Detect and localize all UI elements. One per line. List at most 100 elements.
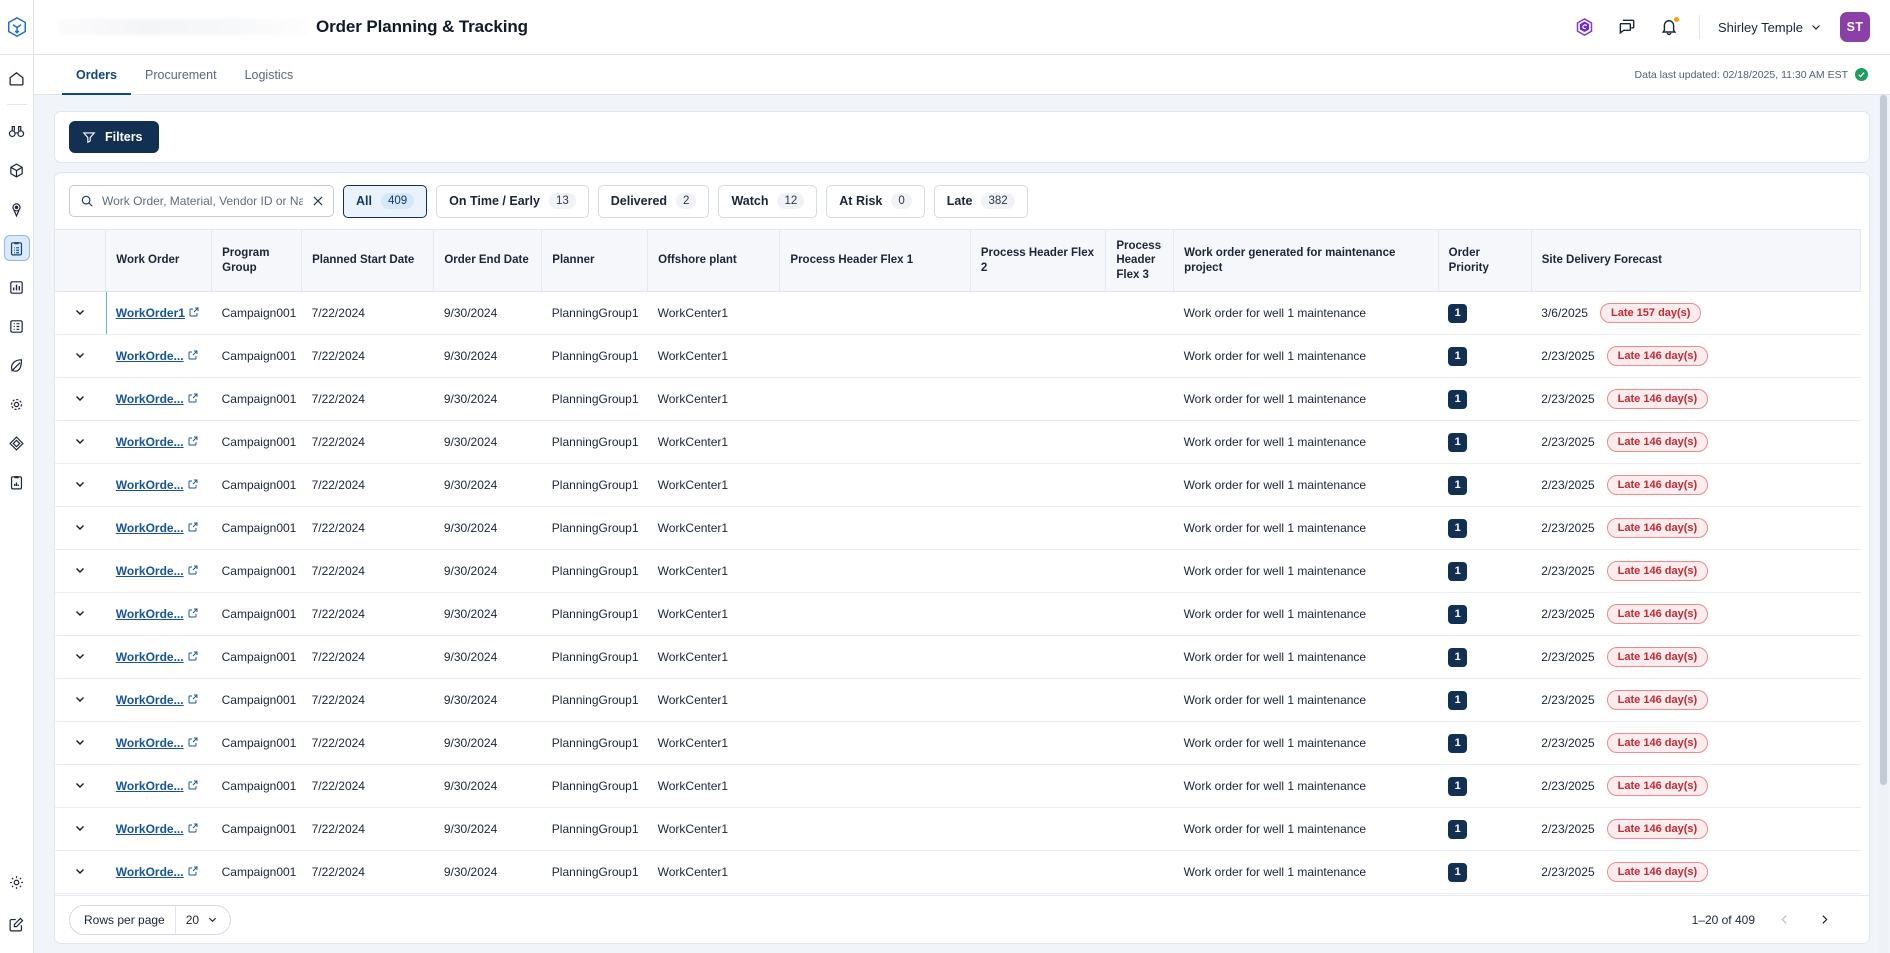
col-process-header-flex-1[interactable]: Process Header Flex 1	[780, 230, 970, 292]
open-work-order-button[interactable]	[187, 650, 199, 665]
scrollbar-thumb[interactable]	[1880, 95, 1887, 785]
row-expand-button[interactable]	[74, 607, 86, 619]
status-pill-late[interactable]: Late 382	[934, 185, 1028, 218]
sidebar-item-home[interactable]	[4, 65, 30, 91]
work-order-link[interactable]: WorkOrde...	[116, 478, 184, 492]
sidebar-item-explore[interactable]	[4, 118, 30, 144]
app-logo[interactable]	[0, 0, 34, 55]
chat-button[interactable]	[1615, 15, 1639, 39]
rows-per-page-select[interactable]: Rows per page 20	[69, 905, 231, 935]
open-work-order-button[interactable]	[187, 779, 199, 794]
sidebar-item-assets[interactable]	[4, 430, 30, 456]
sidebar-item-operations[interactable]	[4, 391, 30, 417]
ai-assistant-button[interactable]	[1573, 15, 1597, 39]
col-process-header-flex-2[interactable]: Process Header Flex 2	[970, 230, 1105, 292]
col-planner[interactable]: Planner	[542, 230, 648, 292]
work-order-link[interactable]: WorkOrde...	[116, 779, 184, 793]
col-planned-start-date[interactable]: Planned Start Date	[302, 230, 434, 292]
col-work-order[interactable]: Work Order	[106, 230, 212, 292]
work-order-link[interactable]: WorkOrde...	[116, 693, 184, 707]
col-order-priority[interactable]: Order Priority	[1438, 230, 1531, 292]
open-work-order-button[interactable]	[187, 693, 199, 708]
tab-orders[interactable]: Orders	[62, 56, 131, 95]
table-row[interactable]: WorkOrde...Campaign0017/22/20249/30/2024…	[55, 378, 1861, 421]
open-work-order-button[interactable]	[187, 607, 199, 622]
work-order-link[interactable]: WorkOrde...	[116, 521, 184, 535]
open-work-order-button[interactable]	[187, 822, 199, 837]
row-expand-button[interactable]	[74, 306, 86, 318]
sidebar-item-sustainability[interactable]	[4, 352, 30, 378]
sidebar-item-feedback[interactable]	[4, 911, 30, 937]
row-expand-button[interactable]	[74, 736, 86, 748]
filters-button[interactable]: Filters	[69, 121, 159, 153]
row-expand-button[interactable]	[74, 779, 86, 791]
search-box[interactable]	[69, 185, 334, 217]
work-order-link[interactable]: WorkOrde...	[116, 736, 184, 750]
tab-procurement[interactable]: Procurement	[131, 56, 231, 95]
sidebar-item-inventory[interactable]	[4, 157, 30, 183]
col-order-end-date[interactable]: Order End Date	[434, 230, 542, 292]
pagination-next-button[interactable]	[1813, 909, 1835, 931]
work-order-link[interactable]: WorkOrde...	[116, 865, 184, 879]
sidebar-item-settings[interactable]	[4, 869, 30, 895]
col-site-delivery-forecast[interactable]: Site Delivery Forecast	[1531, 230, 1860, 292]
sidebar-item-reports[interactable]	[4, 313, 30, 339]
row-expand-button[interactable]	[74, 435, 86, 447]
table-row[interactable]: WorkOrde...Campaign0017/22/20249/30/2024…	[55, 464, 1861, 507]
row-expand-button[interactable]	[74, 865, 86, 877]
work-order-link[interactable]: WorkOrde...	[116, 822, 184, 836]
work-order-link[interactable]: WorkOrde...	[116, 650, 184, 664]
table-row[interactable]: WorkOrde...Campaign0017/22/20249/30/2024…	[55, 421, 1861, 464]
open-work-order-button[interactable]	[187, 865, 199, 880]
table-row[interactable]: WorkOrde...Campaign0017/22/20249/30/2024…	[55, 550, 1861, 593]
row-expand-button[interactable]	[74, 822, 86, 834]
row-expand-button[interactable]	[74, 564, 86, 576]
row-expand-button[interactable]	[74, 392, 86, 404]
clear-search-button[interactable]	[311, 194, 325, 208]
col-process-header-flex-3[interactable]: Process Header Flex 3	[1106, 230, 1174, 292]
work-order-link[interactable]: WorkOrde...	[116, 564, 184, 578]
table-row[interactable]: WorkOrde...Campaign0017/22/20249/30/2024…	[55, 722, 1861, 765]
row-expand-button[interactable]	[74, 650, 86, 662]
status-pill-all[interactable]: All 409	[343, 185, 427, 218]
open-work-order-button[interactable]	[188, 306, 200, 321]
col-offshore-plant[interactable]: Offshore plant	[648, 230, 780, 292]
table-row[interactable]: WorkOrde...Campaign0017/22/20249/30/2024…	[55, 507, 1861, 550]
sidebar-item-performance[interactable]	[4, 469, 30, 495]
open-work-order-button[interactable]	[187, 521, 199, 536]
work-order-link[interactable]: WorkOrde...	[116, 607, 184, 621]
row-expand-button[interactable]	[74, 693, 86, 705]
work-order-link[interactable]: WorkOrde...	[116, 349, 184, 363]
avatar[interactable]: ST	[1840, 12, 1870, 42]
sidebar-item-analytics[interactable]	[4, 274, 30, 300]
table-row[interactable]: WorkOrde...Campaign0017/22/20249/30/2024…	[55, 808, 1861, 851]
user-menu[interactable]: Shirley Temple	[1718, 20, 1822, 35]
table-row[interactable]: WorkOrde...Campaign0017/22/20249/30/2024…	[55, 851, 1861, 894]
row-expand-button[interactable]	[74, 478, 86, 490]
work-order-link[interactable]: WorkOrde...	[116, 435, 184, 449]
col-maintenance-project[interactable]: Work order generated for maintenance pro…	[1174, 230, 1439, 292]
open-work-order-button[interactable]	[187, 349, 199, 364]
col-program-group[interactable]: Program Group	[212, 230, 302, 292]
table-row[interactable]: WorkOrde...Campaign0017/22/20249/30/2024…	[55, 335, 1861, 378]
open-work-order-button[interactable]	[187, 478, 199, 493]
search-input[interactable]	[102, 194, 303, 208]
table-scroll-region[interactable]: Work Order Program Group Planned Start D…	[55, 229, 1869, 895]
row-expand-button[interactable]	[74, 521, 86, 533]
work-order-link[interactable]: WorkOrder1	[116, 306, 185, 320]
status-pill-on-time-early[interactable]: On Time / Early 13	[436, 185, 589, 218]
table-row[interactable]: WorkOrde...Campaign0017/22/20249/30/2024…	[55, 765, 1861, 808]
status-pill-at-risk[interactable]: At Risk 0	[826, 185, 924, 218]
work-order-link[interactable]: WorkOrde...	[116, 392, 184, 406]
tab-logistics[interactable]: Logistics	[231, 56, 308, 95]
page-scrollbar[interactable]	[1879, 95, 1888, 953]
sidebar-item-orders[interactable]	[4, 235, 30, 261]
status-pill-delivered[interactable]: Delivered 2	[598, 185, 710, 218]
table-row[interactable]: WorkOrder1Campaign0017/22/20249/30/2024P…	[55, 292, 1861, 335]
open-work-order-button[interactable]	[187, 435, 199, 450]
row-expand-button[interactable]	[74, 349, 86, 361]
sidebar-item-locations[interactable]	[4, 196, 30, 222]
table-row[interactable]: WorkOrde...Campaign0017/22/20249/30/2024…	[55, 636, 1861, 679]
table-row[interactable]: WorkOrde...Campaign0017/22/20249/30/2024…	[55, 593, 1861, 636]
pagination-prev-button[interactable]	[1773, 909, 1795, 931]
